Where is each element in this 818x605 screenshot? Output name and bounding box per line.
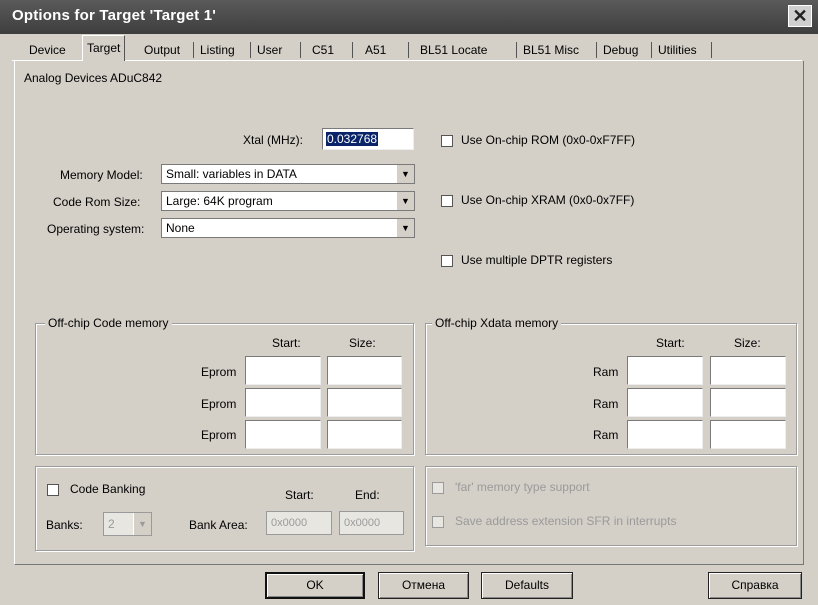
code-start-input[interactable] — [245, 420, 321, 449]
code-start-input[interactable] — [245, 356, 321, 385]
code-rom-size-select[interactable]: Large: 64K program ▼ — [161, 191, 415, 211]
code-row-label: Eprom — [201, 428, 237, 442]
xdata-size-input[interactable] — [710, 356, 786, 385]
bank-end-header: End: — [355, 488, 380, 502]
code-banking-label: Code Banking — [70, 482, 146, 496]
device-name: Analog Devices ADuC842 — [24, 71, 163, 85]
tab-separator — [651, 42, 652, 58]
multiple-dptr-checkbox[interactable] — [441, 255, 453, 267]
operating-system-value: None — [166, 221, 195, 235]
bank-start-input[interactable]: 0x0000 — [266, 511, 332, 535]
xdata-size-input[interactable] — [710, 420, 786, 449]
xdata-start-header: Start: — [656, 336, 685, 350]
close-button[interactable]: ✕ — [788, 5, 812, 27]
tab-debug[interactable]: Debug — [600, 41, 641, 60]
help-button[interactable]: Справка — [708, 572, 802, 599]
code-memory-title: Off-chip Code memory — [45, 316, 172, 330]
xdata-row-label: Ram — [593, 397, 619, 411]
xdata-size-header: Size: — [734, 336, 761, 350]
save-address-label: Save address extension SFR in interrupts — [455, 514, 677, 528]
onchip-xram-label: Use On-chip XRAM (0x0-0x7FF) — [461, 193, 635, 207]
xtal-value: 0.032768 — [326, 132, 379, 146]
code-rom-size-label: Code Rom Size: — [53, 195, 141, 209]
xdata-size-input[interactable] — [710, 388, 786, 417]
code-banking-checkbox[interactable] — [47, 484, 59, 496]
chevron-down-icon[interactable]: ▼ — [396, 192, 414, 210]
tab-separator — [516, 42, 517, 58]
banks-label: Banks: — [46, 518, 83, 532]
chevron-down-icon[interactable]: ▼ — [396, 219, 414, 237]
xtal-label: Xtal (MHz): — [243, 133, 303, 147]
tab-target[interactable]: Target — [82, 35, 126, 61]
ok-button[interactable]: OK — [265, 572, 365, 599]
tab-separator — [250, 42, 251, 58]
window-title: Options for Target 'Target 1' — [12, 7, 217, 24]
tab-a51[interactable]: A51 — [362, 41, 389, 60]
tab-output[interactable]: Output — [141, 41, 183, 60]
tab-device[interactable]: Device — [26, 41, 69, 60]
xdata-row-label: Ram — [593, 365, 619, 379]
tab-listing[interactable]: Listing — [197, 41, 238, 60]
onchip-xram-checkbox[interactable] — [441, 195, 453, 207]
far-memory-label: 'far' memory type support — [455, 480, 590, 494]
bank-start-header: Start: — [285, 488, 314, 502]
tab-user[interactable]: User — [254, 41, 285, 60]
memory-model-label: Memory Model: — [60, 168, 143, 182]
bank-end-value: 0x0000 — [344, 517, 381, 529]
memory-model-select[interactable]: Small: variables in DATA ▼ — [161, 164, 415, 184]
code-row-label: Eprom — [201, 365, 237, 379]
onchip-rom-checkbox[interactable] — [441, 135, 453, 147]
code-size-input[interactable] — [327, 356, 402, 385]
onchip-rom-label: Use On-chip ROM (0x0-0xF7FF) — [461, 133, 636, 147]
tab-separator — [193, 42, 194, 58]
multiple-dptr-label: Use multiple DPTR registers — [461, 253, 613, 267]
tab-separator — [711, 42, 712, 58]
tab-separator — [352, 42, 353, 58]
far-memory-checkbox[interactable] — [432, 482, 444, 494]
chevron-down-icon[interactable]: ▼ — [133, 513, 151, 535]
xdata-row-label: Ram — [593, 428, 619, 442]
code-size-header: Size: — [349, 336, 376, 350]
far-memory-group — [425, 466, 797, 546]
save-address-checkbox[interactable] — [432, 516, 444, 528]
code-banking-group — [35, 466, 414, 551]
xtal-input[interactable]: 0.032768 — [322, 128, 414, 150]
code-rom-size-value: Large: 64K program — [166, 194, 273, 208]
tab-utilities[interactable]: Utilities — [655, 41, 700, 60]
bank-start-value: 0x0000 — [271, 517, 308, 529]
memory-model-value: Small: variables in DATA — [166, 167, 297, 181]
code-size-input[interactable] — [327, 420, 402, 449]
operating-system-label: Operating system: — [47, 222, 145, 236]
code-start-input[interactable] — [245, 388, 321, 417]
tab-c51[interactable]: C51 — [309, 41, 337, 60]
code-size-input[interactable] — [327, 388, 402, 417]
operating-system-select[interactable]: None ▼ — [161, 218, 415, 238]
xdata-start-input[interactable] — [627, 388, 703, 417]
tab-separator — [596, 42, 597, 58]
close-icon: ✕ — [792, 6, 808, 26]
banks-value: 2 — [108, 517, 115, 531]
defaults-button[interactable]: Defaults — [481, 572, 573, 599]
code-start-header: Start: — [272, 336, 301, 350]
xdata-memory-title: Off-chip Xdata memory — [432, 316, 562, 330]
bank-end-input[interactable]: 0x0000 — [339, 511, 404, 535]
code-row-label: Eprom — [201, 397, 237, 411]
tab-bl51-locate[interactable]: BL51 Locate — [417, 41, 490, 60]
chevron-down-icon[interactable]: ▼ — [396, 165, 414, 183]
tab-bl51-misc[interactable]: BL51 Misc — [520, 41, 582, 60]
tab-separator — [300, 42, 301, 58]
banks-select[interactable]: 2 ▼ — [103, 512, 152, 536]
cancel-button[interactable]: Отмена — [378, 572, 469, 599]
bank-area-label: Bank Area: — [189, 518, 248, 532]
xdata-start-input[interactable] — [627, 420, 703, 449]
xdata-start-input[interactable] — [627, 356, 703, 385]
tab-separator — [408, 42, 409, 58]
